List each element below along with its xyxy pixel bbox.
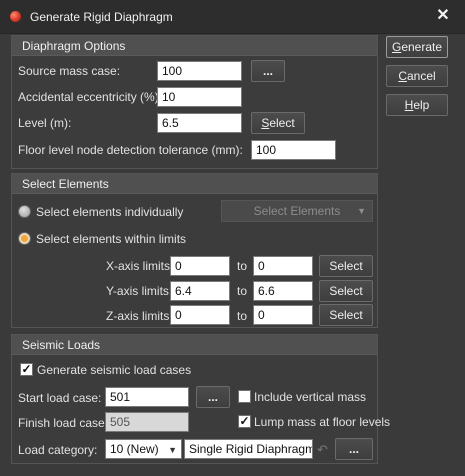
load-category-label: Load category: — [18, 443, 98, 457]
select-within-limits-label[interactable]: Select elements within limits — [36, 232, 186, 246]
include-vertical-mass-label[interactable]: Include vertical mass — [254, 390, 366, 404]
z-axis-to-label: to — [237, 309, 248, 323]
title-bar: Generate Rigid Diaphragm ✕ — [0, 0, 465, 34]
select-elements-header: Select Elements — [12, 174, 377, 194]
z-axis-to-input[interactable]: 0 — [253, 305, 313, 325]
select-individually-label[interactable]: Select elements individually — [36, 205, 183, 219]
lump-mass-label[interactable]: Lump mass at floor levels — [254, 415, 390, 429]
cancel-button[interactable]: Cancel — [386, 65, 448, 87]
x-axis-select-button[interactable]: Select — [319, 255, 373, 277]
radio-select-within-limits[interactable] — [18, 232, 31, 245]
start-load-case-label: Start load case: — [18, 391, 102, 405]
diaphragm-options-header: Diaphragm Options — [12, 36, 377, 56]
x-axis-to-label: to — [237, 259, 248, 273]
start-load-case-input[interactable]: 501 — [105, 387, 189, 407]
radio-select-individually[interactable] — [18, 205, 31, 218]
eccentricity-input[interactable]: 10 — [157, 87, 242, 107]
generate-seismic-label[interactable]: Generate seismic load cases — [37, 363, 191, 377]
finish-load-case-label: Finish load case: — [18, 416, 109, 430]
y-axis-label: Y-axis limits: — [106, 284, 173, 298]
y-axis-from-input[interactable]: 6.4 — [170, 281, 230, 301]
level-label: Level (m): — [18, 116, 72, 130]
chevron-down-icon: ▼ — [168, 445, 177, 455]
select-elements-title: Select Elements — [22, 177, 109, 191]
load-category-name-input[interactable]: Single Rigid Diaphragm Ge — [184, 439, 313, 459]
window-title: Generate Rigid Diaphragm — [30, 10, 173, 24]
y-axis-select-button[interactable]: Select — [319, 280, 373, 302]
finish-load-case-input: 505 — [105, 412, 189, 432]
start-load-case-browse-button[interactable]: ... — [196, 386, 230, 408]
y-axis-to-label: to — [237, 284, 248, 298]
source-mass-input[interactable]: 100 — [157, 61, 242, 81]
load-category-select[interactable]: 10 (New) ▼ — [105, 439, 182, 459]
z-axis-from-input[interactable]: 0 — [170, 305, 230, 325]
diaphragm-options-title: Diaphragm Options — [22, 39, 126, 53]
lump-mass-checkbox[interactable]: ✓ — [238, 415, 251, 428]
seismic-loads-header: Seismic Loads — [12, 335, 377, 355]
app-icon — [10, 11, 21, 22]
chevron-down-icon: ▼ — [357, 206, 366, 216]
generate-button[interactable]: Generate — [386, 36, 448, 58]
level-input[interactable]: 6.5 — [157, 113, 242, 133]
tolerance-label: Floor level node detection tolerance (mm… — [18, 143, 243, 157]
z-axis-select-button[interactable]: Select — [319, 304, 373, 326]
undo-icon: ↶ — [317, 442, 328, 457]
x-axis-from-input[interactable]: 0 — [170, 256, 230, 276]
help-button[interactable]: Help — [386, 94, 448, 116]
select-elements-dropdown: Select Elements ▼ — [221, 200, 373, 222]
y-axis-to-input[interactable]: 6.6 — [253, 281, 313, 301]
z-axis-label: Z-axis limits: — [106, 309, 173, 323]
source-mass-browse-button[interactable]: ... — [251, 60, 285, 82]
x-axis-to-input[interactable]: 0 — [253, 256, 313, 276]
source-mass-label: Source mass case: — [18, 64, 121, 78]
close-icon[interactable]: ✕ — [432, 5, 454, 27]
x-axis-label: X-axis limits: — [106, 259, 174, 273]
seismic-loads-title: Seismic Loads — [22, 338, 101, 352]
generate-seismic-checkbox[interactable]: ✓ — [20, 363, 33, 376]
load-category-browse-button[interactable]: ... — [335, 438, 373, 460]
tolerance-input[interactable]: 100 — [251, 140, 336, 160]
eccentricity-label: Accidental eccentricity (%): — [18, 90, 163, 104]
level-select-button[interactable]: Select — [251, 112, 305, 134]
include-vertical-mass-checkbox[interactable] — [238, 390, 251, 403]
